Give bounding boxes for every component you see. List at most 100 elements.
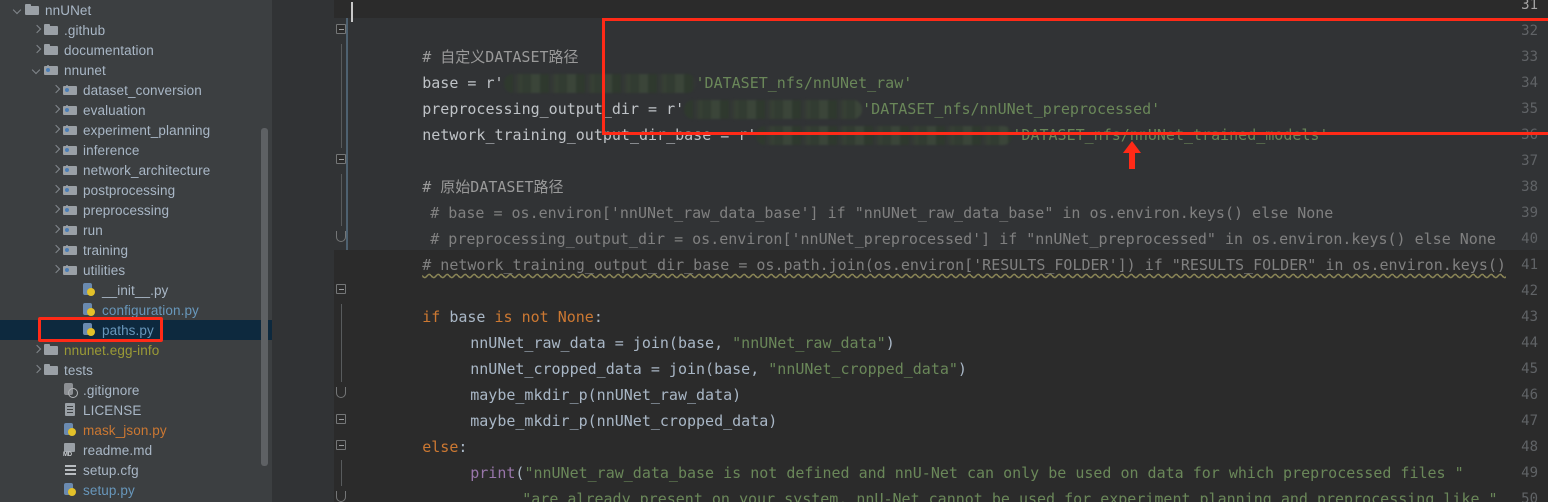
tree-item-documentation[interactable]: documentation [0, 40, 272, 60]
tree-item-label: training [83, 242, 129, 258]
code-fold-marker [335, 44, 347, 70]
markdown-file-icon [62, 442, 78, 458]
chevron-right-icon[interactable] [51, 145, 62, 156]
tree-item-label: setup.cfg [83, 462, 139, 478]
no-chevron-spacer [51, 385, 62, 396]
chevron-right-icon[interactable] [51, 245, 62, 256]
code-fold-marker[interactable] [335, 382, 347, 408]
folder-icon [43, 22, 59, 38]
tree-item--github[interactable]: .github [0, 20, 272, 40]
chevron-right-icon[interactable] [51, 125, 62, 136]
ide-window: nnUNet .github documentation nnunet dataset_… [0, 0, 1548, 502]
no-chevron-spacer [51, 445, 62, 456]
source-folder-icon [43, 62, 59, 78]
tree-item-label: tests [64, 362, 94, 378]
tree-item-label: paths.py [102, 322, 154, 338]
tree-item--gitignore[interactable]: .gitignore [0, 380, 272, 400]
chevron-right-icon[interactable] [51, 225, 62, 236]
code-fold-marker [335, 304, 347, 330]
project-tree-panel[interactable]: nnUNet .github documentation nnunet dataset_… [0, 0, 272, 502]
folder-icon [43, 362, 59, 378]
tree-item-setup-cfg[interactable]: setup.cfg [0, 460, 272, 480]
redacted-path-3 [756, 126, 1013, 145]
tree-item-nnunet[interactable]: nnUNet [0, 0, 272, 20]
red-up-arrow-marker [1123, 141, 1141, 169]
code-fold-marker[interactable] [335, 486, 347, 502]
sidebar-vertical-scrollbar[interactable] [261, 128, 268, 466]
tree-item-label: .gitignore [83, 382, 140, 398]
chevron-right-icon[interactable] [51, 165, 62, 176]
chevron-right-icon[interactable] [32, 25, 43, 36]
tree-item-postprocessing[interactable]: postprocessing [0, 180, 272, 200]
tree-item--init-py[interactable]: __init__.py [0, 280, 272, 300]
tree-item-training[interactable]: training [0, 240, 272, 260]
tree-item-experiment-planning[interactable]: experiment_planning [0, 120, 272, 140]
code-fold-marker [335, 200, 347, 226]
tree-item-label: postprocessing [83, 182, 176, 198]
tree-item-utilities[interactable]: utilities [0, 260, 272, 280]
tree-item-label: readme.md [83, 442, 153, 458]
no-chevron-spacer [70, 305, 81, 316]
code-fold-marker [335, 252, 347, 278]
chevron-right-icon[interactable] [32, 45, 43, 56]
code-editor[interactable]: 31 32 33 34 35 36 37 38 39 40 41 42 43 44 45 46 47 48 49 50… [272, 0, 1548, 502]
chevron-right-icon[interactable] [32, 345, 43, 356]
no-chevron-spacer [70, 285, 81, 296]
chevron-right-icon[interactable] [32, 365, 43, 376]
code-fold-marker[interactable] [335, 18, 347, 44]
tree-item-label: setup.py [83, 482, 135, 498]
project-tree[interactable]: nnUNet .github documentation nnunet dataset_… [0, 0, 272, 500]
chevron-right-icon[interactable] [51, 105, 62, 116]
tree-item-tests[interactable]: tests [0, 360, 272, 380]
code-fold-marker [335, 70, 347, 96]
tree-item-dataset-conversion[interactable]: dataset_conversion [0, 80, 272, 100]
tree-item-paths-py[interactable]: paths.py [0, 320, 272, 340]
tree-item-label: documentation [64, 42, 154, 58]
code-fold-marker[interactable] [335, 278, 347, 304]
source-folder-icon [62, 222, 78, 238]
tree-item-label: mask_json.py [83, 422, 167, 438]
folder-icon [43, 42, 59, 58]
line-number-gutter [272, 0, 334, 502]
tree-item-setup-py[interactable]: setup.py [0, 480, 272, 500]
code-fold-marker [335, 460, 347, 486]
tree-item-label: LICENSE [83, 402, 142, 418]
source-folder-icon [62, 82, 78, 98]
chevron-right-icon[interactable] [51, 185, 62, 196]
python-file-icon [81, 322, 97, 338]
source-folder-icon [62, 162, 78, 178]
tree-item-evaluation[interactable]: evaluation [0, 100, 272, 120]
code-fold-marker [335, 122, 347, 148]
code-line-44-suffix: ) [957, 360, 967, 378]
folder-icon [43, 342, 59, 358]
code-fold-marker [335, 96, 347, 122]
tree-item-label: __init__.py [102, 282, 169, 298]
code-fold-marker[interactable] [335, 408, 347, 434]
tree-item-license[interactable]: LICENSE [0, 400, 272, 420]
source-folder-icon [62, 102, 78, 118]
chevron-right-icon[interactable] [51, 205, 62, 216]
chevron-right-icon[interactable] [51, 85, 62, 96]
chevron-down-icon[interactable] [13, 5, 24, 16]
tree-item-configuration-py[interactable]: configuration.py [0, 300, 272, 320]
python-file-icon [81, 302, 97, 318]
tree-item-label: run [83, 222, 103, 238]
tree-item-label: nnunet.egg-info [64, 342, 160, 358]
tree-item-nnunet-egg-info[interactable]: nnunet.egg-info [0, 340, 272, 360]
tree-item-run[interactable]: run [0, 220, 272, 240]
tree-item-network-architecture[interactable]: network_architecture [0, 160, 272, 180]
code-fold-marker[interactable] [335, 226, 347, 252]
chevron-down-icon[interactable] [32, 65, 43, 76]
source-folder-icon [62, 182, 78, 198]
tree-item-inference[interactable]: inference [0, 140, 272, 160]
tree-item-mask-json-py[interactable]: mask_json.py [0, 420, 272, 440]
code-fold-marker[interactable] [335, 148, 347, 174]
no-chevron-spacer [51, 425, 62, 436]
chevron-right-icon[interactable] [51, 265, 62, 276]
tree-item-readme-md[interactable]: readme.md [0, 440, 272, 460]
code-fold-marker[interactable] [335, 434, 347, 460]
tree-item-preprocessing[interactable]: preprocessing [0, 200, 272, 220]
tree-item-label: nnUNet [45, 2, 92, 18]
tree-item-nnunet[interactable]: nnunet [0, 60, 272, 80]
code-content[interactable]: # 自定义DATASET路径 base = r' 'DATASET_nfs/nnU… [350, 0, 1548, 502]
